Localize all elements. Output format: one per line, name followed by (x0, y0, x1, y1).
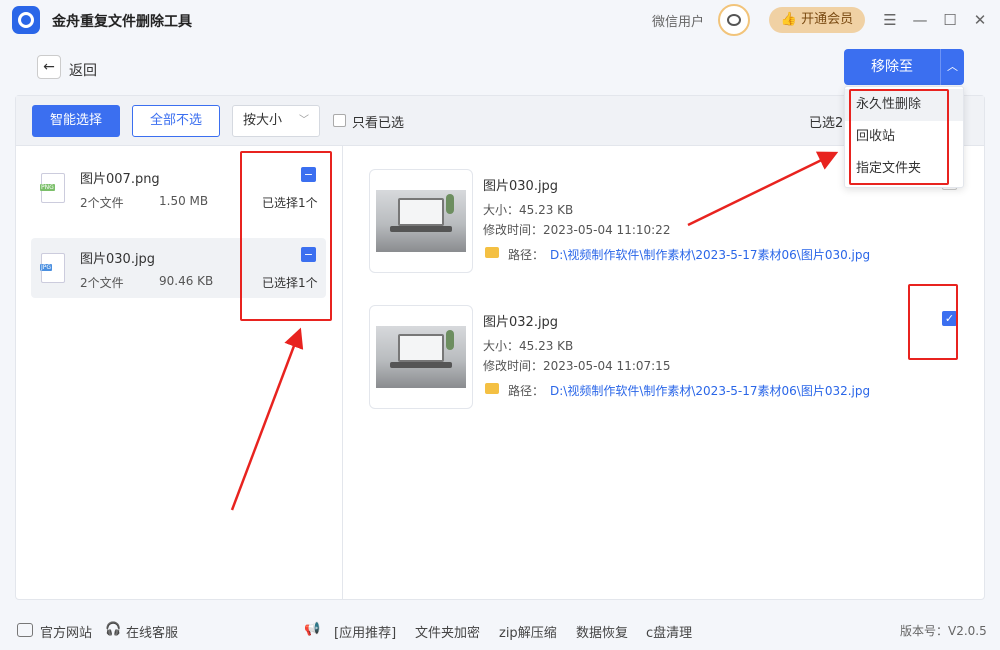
footer-encrypt[interactable]: 文件夹加密 (415, 622, 480, 641)
smart-select-button[interactable]: 智能选择 (32, 105, 120, 137)
toolbar: 智能选择 全部不选 按大小 ﹀ 只看已选 已选2 (16, 96, 984, 146)
folder-icon (485, 383, 499, 394)
footer-zip[interactable]: zip解压缩 (499, 622, 557, 641)
unselect-all-button[interactable]: 全部不选 (132, 105, 220, 137)
vip-button[interactable]: 👍 开通会员 (769, 7, 865, 33)
folder-icon (485, 247, 499, 258)
menu-item-recycle-bin[interactable]: 回收站 (845, 121, 963, 153)
group-status: 已选择1个 (262, 276, 318, 290)
selected-count: 已选2 (809, 116, 844, 131)
footer-recovery[interactable]: 数据恢复 (576, 622, 628, 641)
back-arrow-icon[interactable]: ← (37, 55, 61, 79)
thumbnail[interactable] (369, 305, 473, 409)
app-title: 金舟重复文件删除工具 (52, 14, 192, 30)
footer-website[interactable]: 官方网站 (40, 622, 92, 641)
group-checkbox[interactable]: − (301, 247, 316, 262)
footer-version: 版本号：V2.0.5 (900, 624, 987, 638)
footer: 官方网站 🎧 在线客服 📢 [应用推荐] 文件夹加密 zip解压缩 数据恢复 c… (0, 612, 1000, 650)
app-logo-icon (12, 6, 40, 34)
move-to-label[interactable]: 移除至 (844, 49, 940, 85)
file-checkbox[interactable]: ✓ (942, 311, 957, 326)
avatar[interactable] (718, 4, 750, 36)
group-count: 2个文件 (80, 196, 124, 210)
file-item: 图片032.jpg 大小：45.23 KB 修改时间：2023-05-04 11… (369, 305, 969, 411)
sort-select[interactable]: 按大小 ﹀ (232, 105, 320, 137)
title-bar: 金舟重复文件删除工具 微信用户 👍 开通会员 ☰ — ☐ ✕ (0, 0, 1000, 40)
thumb-up-icon: 👍 (780, 12, 798, 27)
footer-cdisk[interactable]: c盘清理 (646, 622, 692, 641)
png-file-icon: PNG (40, 173, 65, 203)
file-path-link[interactable]: D:\视频制作软件\制作素材\2023-5-17素材06\图片030.jpg (550, 246, 870, 263)
file-time: 修改时间：2023-05-04 11:07:15 (483, 359, 671, 373)
vip-label: 开通会员 (801, 12, 854, 27)
file-size: 大小：45.23 KB (483, 339, 574, 353)
file-time: 修改时间：2023-05-04 11:10:22 (483, 223, 671, 237)
back-label[interactable]: 返回 (69, 60, 97, 80)
group-list: PNG 图片007.png 2个文件 1.50 MB − 已选择1个 JPG 图… (16, 146, 343, 599)
group-checkbox[interactable]: − (301, 167, 316, 182)
group-size: 1.50 MB (159, 194, 209, 208)
chevron-up-icon[interactable]: ︿ (940, 49, 964, 85)
path-label: 路径： (508, 248, 545, 262)
group-status: 已选择1个 (262, 196, 318, 210)
path-label: 路径： (508, 384, 545, 398)
only-selected-label[interactable]: 只看已选 (352, 112, 404, 131)
menu-item-permanent-delete[interactable]: 永久性删除 (845, 89, 963, 121)
minimize-icon[interactable]: — (910, 10, 930, 30)
thumbnail[interactable] (369, 169, 473, 273)
file-name: 图片032.jpg (483, 315, 559, 330)
maximize-icon[interactable]: ☐ (940, 10, 960, 30)
move-to-button[interactable]: 移除至 ︿ (844, 49, 964, 85)
group-name: 图片030.jpg (80, 252, 156, 267)
file-name: 图片030.jpg (483, 179, 559, 194)
group-name: 图片007.png (80, 172, 160, 187)
monitor-icon (17, 623, 33, 637)
user-name[interactable]: 微信用户 (652, 11, 704, 30)
menu-icon[interactable]: ☰ (880, 10, 900, 30)
menu-item-specified-folder[interactable]: 指定文件夹 (845, 153, 963, 185)
file-path-link[interactable]: D:\视频制作软件\制作素材\2023-5-17素材06\图片032.jpg (550, 382, 870, 399)
chevron-down-icon: ﹀ (299, 115, 309, 126)
file-size: 大小：45.23 KB (483, 203, 574, 217)
sort-value: 按大小 (243, 113, 283, 128)
group-count: 2个文件 (80, 276, 124, 290)
footer-recommend: [应用推荐] (334, 626, 397, 641)
close-icon[interactable]: ✕ (970, 10, 990, 30)
footer-support[interactable]: 在线客服 (126, 622, 178, 641)
jpg-file-icon: JPG (40, 253, 65, 283)
headset-icon: 🎧 (105, 622, 122, 637)
megaphone-icon: 📢 (304, 622, 321, 637)
move-to-dropdown: 永久性删除 回收站 指定文件夹 (844, 86, 964, 188)
only-selected-checkbox[interactable] (333, 114, 346, 127)
group-item[interactable]: JPG 图片030.jpg 2个文件 90.46 KB − 已选择1个 (31, 238, 326, 298)
group-item[interactable]: PNG 图片007.png 2个文件 1.50 MB − 已选择1个 (31, 158, 326, 218)
group-size: 90.46 KB (159, 274, 214, 288)
